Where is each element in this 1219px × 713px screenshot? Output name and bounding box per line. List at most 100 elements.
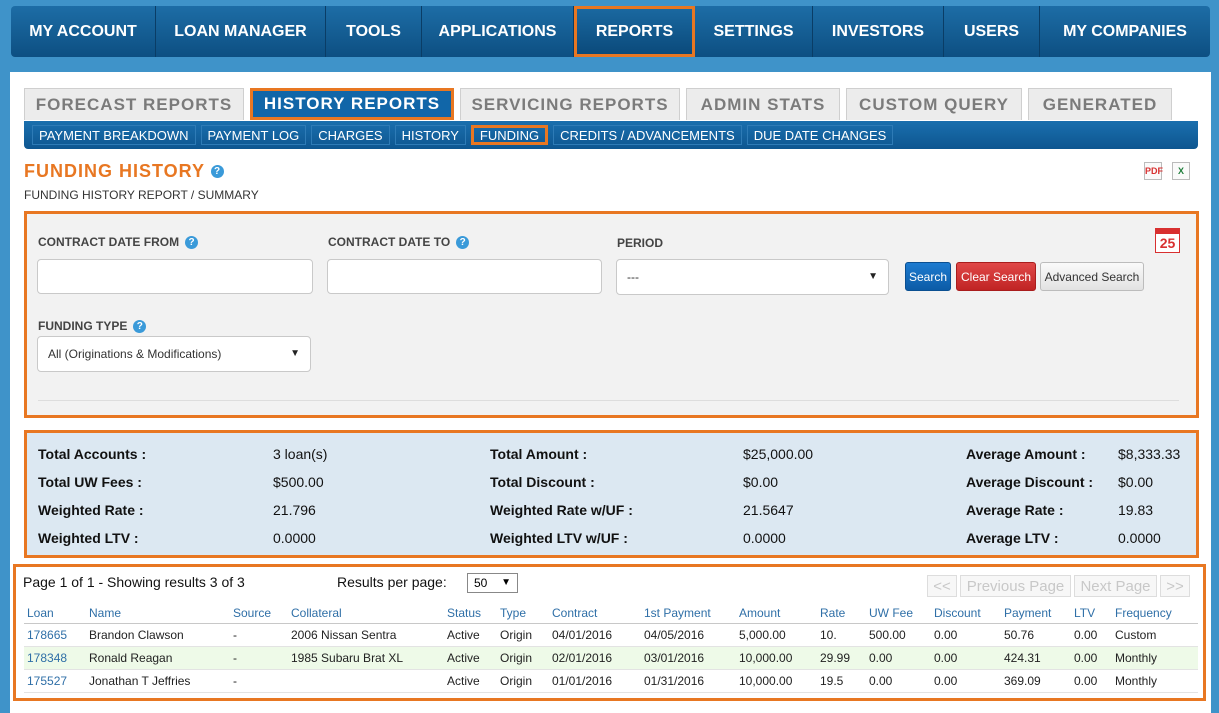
- weighted-rate-value: 21.796: [273, 502, 316, 518]
- first-page-button[interactable]: <<: [927, 575, 957, 597]
- loan-link[interactable]: 178348: [24, 646, 86, 670]
- table-cell: Origin: [497, 669, 549, 693]
- table-cell: Origin: [497, 646, 549, 670]
- last-page-button[interactable]: >>: [1160, 575, 1190, 597]
- contract-date-to-input[interactable]: [327, 259, 602, 294]
- table-cell: 0.00: [931, 646, 1001, 670]
- page-info: Page 1 of 1 - Showing results 3 of 3: [23, 574, 245, 590]
- chevron-down-icon: ▼: [868, 271, 878, 282]
- funding-type-select[interactable]: All (Originations & Modifications) ▼: [37, 336, 311, 372]
- search-button[interactable]: Search: [905, 262, 951, 291]
- nav-reports[interactable]: REPORTS: [574, 6, 695, 57]
- period-select[interactable]: --- ▼: [616, 259, 889, 295]
- nav-users[interactable]: USERS: [944, 6, 1040, 57]
- contract-date-from-input[interactable]: [37, 259, 313, 294]
- tab-history-reports[interactable]: HISTORY REPORTS: [250, 88, 454, 120]
- subnav-funding[interactable]: FUNDING: [470, 125, 549, 145]
- average-discount-value: $0.00: [1118, 474, 1154, 490]
- total-discount-label: Total Discount :: [490, 474, 595, 490]
- table-cell: 0.00: [866, 646, 931, 670]
- nav-my-account[interactable]: MY ACCOUNT: [11, 6, 156, 57]
- column-header[interactable]: Discount: [931, 604, 1001, 624]
- table-cell: Active: [444, 646, 497, 670]
- column-header[interactable]: UW Fee: [866, 604, 931, 624]
- subnav-charges[interactable]: CHARGES: [311, 125, 390, 145]
- tab-admin-stats[interactable]: ADMIN STATS: [686, 88, 840, 120]
- nav-settings[interactable]: SETTINGS: [695, 6, 813, 57]
- contract-date-from-label: CONTRACT DATE FROM ?: [38, 235, 199, 249]
- table-cell: Active: [444, 623, 497, 647]
- nav-tools[interactable]: TOOLS: [326, 6, 422, 57]
- tab-custom-query[interactable]: CUSTOM QUERY: [846, 88, 1022, 120]
- column-header[interactable]: Contract: [549, 604, 641, 624]
- search-filters-box: [24, 211, 1199, 418]
- column-header[interactable]: LTV: [1071, 604, 1112, 624]
- total-uw-fees-value: $500.00: [273, 474, 324, 490]
- tab-forecast-reports[interactable]: FORECAST REPORTS: [24, 88, 244, 120]
- excel-export-icon[interactable]: X: [1172, 162, 1190, 180]
- column-header[interactable]: Loan: [24, 604, 86, 624]
- average-rate-label: Average Rate :: [966, 502, 1064, 518]
- funding-type-label: FUNDING TYPE ?: [38, 319, 147, 333]
- funding-results-table: Loan Name Source Collateral Status Type …: [24, 604, 1198, 693]
- table-cell: 0.00: [1071, 623, 1112, 647]
- subnav-credits-advancements[interactable]: CREDITS / ADVANCEMENTS: [553, 125, 742, 145]
- table-cell: Monthly: [1112, 669, 1198, 693]
- page-title-text: FUNDING HISTORY: [24, 161, 206, 181]
- table-cell: 5,000.00: [736, 623, 817, 647]
- nav-loan-manager[interactable]: LOAN MANAGER: [156, 6, 326, 57]
- column-header[interactable]: Rate: [817, 604, 866, 624]
- total-amount-value: $25,000.00: [743, 446, 814, 462]
- subnav-payment-breakdown[interactable]: PAYMENT BREAKDOWN: [32, 125, 196, 145]
- column-header[interactable]: Amount: [736, 604, 817, 624]
- table-cell: 1985 Subaru Brat XL: [288, 646, 444, 670]
- advanced-search-button[interactable]: Advanced Search: [1040, 262, 1144, 291]
- divider: [38, 400, 1179, 401]
- sub-navigation: PAYMENT BREAKDOWN PAYMENT LOG CHARGES HI…: [24, 121, 1198, 149]
- table-cell: 01/31/2016: [641, 669, 736, 693]
- column-header[interactable]: Status: [444, 604, 497, 624]
- column-header[interactable]: Source: [230, 604, 288, 624]
- table-cell: 04/05/2016: [641, 623, 736, 647]
- help-icon[interactable]: ?: [456, 235, 470, 249]
- table-cell: 02/01/2016: [549, 646, 641, 670]
- next-page-button[interactable]: Next Page: [1074, 575, 1157, 597]
- average-rate-value: 19.83: [1118, 502, 1154, 518]
- subnav-due-date-changes[interactable]: DUE DATE CHANGES: [746, 125, 894, 145]
- tab-servicing-reports[interactable]: SERVICING REPORTS: [460, 88, 680, 120]
- table-cell: Origin: [497, 623, 549, 647]
- column-header[interactable]: Payment: [1001, 604, 1071, 624]
- table-header-row: Loan Name Source Collateral Status Type …: [24, 604, 1198, 624]
- loan-link[interactable]: 178665: [24, 623, 86, 647]
- help-icon[interactable]: ?: [211, 165, 225, 178]
- results-per-page-select[interactable]: 50 ▼: [467, 573, 518, 593]
- column-header[interactable]: Name: [86, 604, 230, 624]
- period-label: PERIOD: [617, 236, 664, 250]
- column-header[interactable]: Frequency: [1112, 604, 1198, 624]
- subnav-payment-log[interactable]: PAYMENT LOG: [200, 125, 307, 145]
- calendar-icon[interactable]: 25: [1155, 228, 1180, 253]
- pdf-export-icon[interactable]: PDF: [1144, 162, 1163, 180]
- column-header[interactable]: Collateral: [288, 604, 444, 624]
- help-icon[interactable]: ?: [133, 319, 147, 333]
- nav-investors[interactable]: INVESTORS: [813, 6, 944, 57]
- tab-generated[interactable]: GENERATED: [1028, 88, 1172, 120]
- weighted-ltv-value: 0.0000: [273, 530, 316, 546]
- contract-date-to-label: CONTRACT DATE TO ?: [328, 235, 470, 249]
- table-cell: -: [230, 646, 288, 670]
- column-header[interactable]: Type: [497, 604, 549, 624]
- column-header[interactable]: 1st Payment: [641, 604, 736, 624]
- clear-search-button[interactable]: Clear Search: [956, 262, 1036, 291]
- weighted-ltv-uf-value: 0.0000: [743, 530, 786, 546]
- chevron-down-icon: ▼: [290, 348, 300, 359]
- nav-my-companies[interactable]: MY COMPANIES: [1040, 6, 1210, 57]
- nav-applications[interactable]: APPLICATIONS: [422, 6, 574, 57]
- help-icon[interactable]: ?: [185, 235, 199, 249]
- table-cell: Monthly: [1112, 646, 1198, 670]
- table-cell: 50.76: [1001, 623, 1071, 647]
- previous-page-button[interactable]: Previous Page: [960, 575, 1071, 597]
- loan-link[interactable]: 175527: [24, 669, 86, 693]
- weighted-rate-uf-value: 21.5647: [743, 502, 794, 518]
- subnav-history[interactable]: HISTORY: [394, 125, 466, 145]
- report-tabs: FORECAST REPORTS HISTORY REPORTS SERVICI…: [24, 88, 1178, 120]
